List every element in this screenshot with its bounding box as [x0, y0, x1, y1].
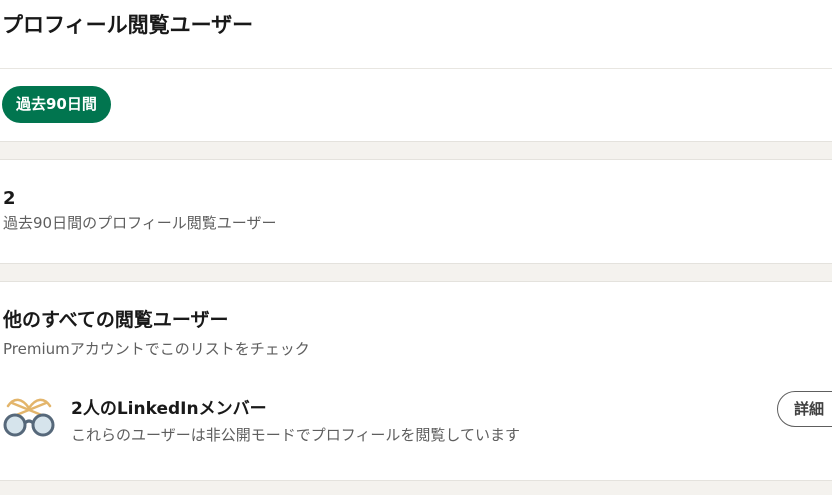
- other-viewers-title: 他のすべての閲覧ユーザー: [3, 309, 229, 331]
- time-range-filter-button[interactable]: 過去90日間: [2, 86, 111, 123]
- private-viewers-description: これらのユーザーは非公開モードでプロフィールを閲覧しています: [71, 426, 520, 444]
- glasses-icon: [3, 398, 55, 437]
- other-viewers-subtitle: Premiumアカウントでこのリストをチェック: [3, 340, 310, 358]
- private-viewers-title: 2人のLinkedInメンバー: [71, 399, 267, 419]
- section-separator: [0, 263, 832, 282]
- viewer-count-description: 過去90日間のプロフィール閲覧ユーザー: [3, 214, 277, 232]
- viewer-count: 2: [3, 188, 16, 209]
- section-separator: [0, 141, 832, 160]
- details-button[interactable]: 詳細: [777, 391, 832, 427]
- section-separator: [0, 480, 832, 495]
- title-divider: [0, 68, 832, 69]
- page-title: プロフィール閲覧ユーザー: [2, 13, 254, 37]
